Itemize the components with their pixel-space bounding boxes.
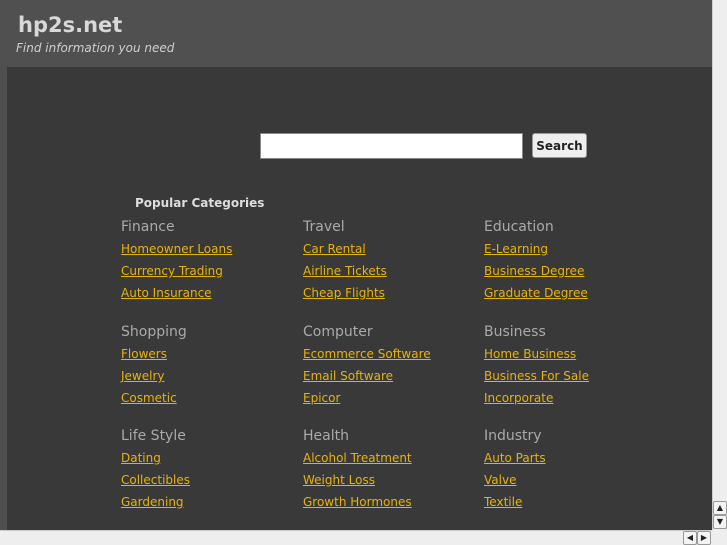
- category-link[interactable]: Textile: [484, 495, 654, 517]
- category-link[interactable]: Cheap Flights: [303, 286, 473, 308]
- category-link[interactable]: Airline Tickets: [303, 264, 473, 286]
- category-link[interactable]: Epicor: [303, 391, 473, 413]
- category-link[interactable]: Business Degree: [484, 264, 654, 286]
- category-link[interactable]: Homeowner Loans: [121, 242, 291, 264]
- category-link[interactable]: Auto Insurance: [121, 286, 291, 308]
- category-link[interactable]: Home Business: [484, 347, 654, 369]
- category-link[interactable]: Auto Parts: [484, 451, 654, 473]
- scroll-down-icon[interactable]: ▼: [713, 515, 727, 529]
- vertical-scrollbar[interactable]: ▲ ▼: [712, 0, 727, 530]
- scrollbar-corner: [712, 530, 727, 545]
- category-link[interactable]: Gardening: [121, 495, 291, 517]
- category-title: Shopping: [121, 324, 187, 340]
- category-business: Business Home Business Business For Sale In…: [484, 324, 654, 413]
- category-link[interactable]: Cosmetic: [121, 391, 291, 413]
- category-link[interactable]: E-Learning: [484, 242, 654, 264]
- category-title: Business: [484, 324, 546, 340]
- scroll-left-icon[interactable]: ◀: [683, 531, 697, 545]
- category-link[interactable]: Flowers: [121, 347, 291, 369]
- category-finance: Finance Homeowner Loans Currency Trading Au…: [121, 219, 291, 308]
- category-link[interactable]: Jewelry: [121, 369, 291, 391]
- category-title: Health: [303, 428, 349, 444]
- search-button[interactable]: Search: [532, 133, 587, 158]
- main-content: Search Popular Categories Finance Homeown…: [7, 67, 712, 530]
- category-industry: Industry Auto Parts Valve Textile: [484, 428, 654, 517]
- category-title: Travel: [303, 219, 345, 235]
- category-title: Computer: [303, 324, 373, 340]
- category-education: Education E-Learning Business Degree Gradua…: [484, 219, 654, 308]
- category-link[interactable]: Email Software: [303, 369, 473, 391]
- scroll-up-icon[interactable]: ▲: [713, 501, 727, 515]
- category-title: Education: [484, 219, 554, 235]
- category-title: Industry: [484, 428, 542, 444]
- category-link[interactable]: Ecommerce Software: [303, 347, 473, 369]
- category-health: Health Alcohol Treatment Weight Loss Growth…: [303, 428, 473, 517]
- category-shopping: Shopping Flowers Jewelry Cosmetic: [121, 324, 291, 413]
- category-link[interactable]: Collectibles: [121, 473, 291, 495]
- category-title: Life Style: [121, 428, 186, 444]
- tagline: Find information you need: [16, 41, 175, 55]
- popular-categories-heading: Popular Categories: [135, 196, 265, 210]
- category-link[interactable]: Valve: [484, 473, 654, 495]
- horizontal-scrollbar[interactable]: ◀ ▶: [0, 530, 712, 545]
- category-link[interactable]: Business For Sale: [484, 369, 654, 391]
- category-link[interactable]: Alcohol Treatment: [303, 451, 473, 473]
- category-travel: Travel Car Rental Airline Tickets Cheap Fli…: [303, 219, 473, 308]
- category-link[interactable]: Currency Trading: [121, 264, 291, 286]
- category-life-style: Life Style Dating Collectibles Gardening: [121, 428, 291, 517]
- category-link[interactable]: Weight Loss: [303, 473, 473, 495]
- category-title: Finance: [121, 219, 175, 235]
- category-link[interactable]: Dating: [121, 451, 291, 473]
- scroll-right-icon[interactable]: ▶: [697, 531, 711, 545]
- category-link[interactable]: Incorporate: [484, 391, 654, 413]
- category-link[interactable]: Graduate Degree: [484, 286, 654, 308]
- site-logo[interactable]: hp2s.net: [18, 13, 122, 37]
- header: hp2s.net Find information you need: [0, 0, 712, 67]
- search-input[interactable]: [260, 133, 523, 159]
- category-computer: Computer Ecommerce Software Email Software…: [303, 324, 473, 413]
- category-link[interactable]: Car Rental: [303, 242, 473, 264]
- category-link[interactable]: Growth Hormones: [303, 495, 473, 517]
